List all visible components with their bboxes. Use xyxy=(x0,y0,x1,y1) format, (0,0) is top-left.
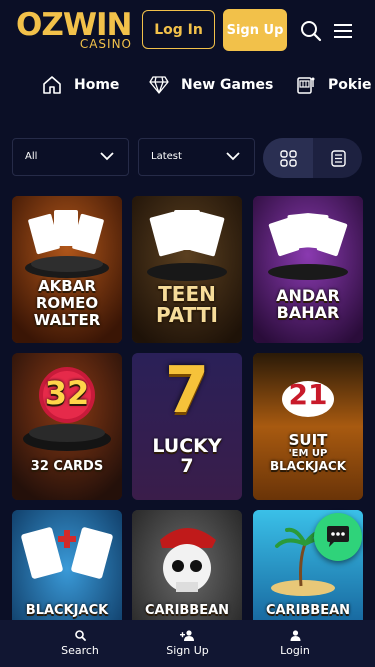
ozwin-logo[interactable]: OZWIN CASINO xyxy=(16,7,134,52)
bottom-tab-label: Login xyxy=(280,644,310,657)
home-icon xyxy=(43,76,61,94)
category-select[interactable]: All xyxy=(12,138,129,176)
game-title-line: LUCKY xyxy=(152,435,222,457)
grid-view-icon xyxy=(279,149,297,167)
nav-item-pokie[interactable]: Pokie xyxy=(296,68,371,102)
game-card-teen-patti[interactable]: TEEN PATTI xyxy=(132,196,242,343)
category-select-value: All xyxy=(25,151,38,162)
game-title-line: CARIBBEAN xyxy=(265,603,351,618)
game-title-line: PATTI xyxy=(156,303,218,327)
game-title-line: BLACKJACK xyxy=(269,459,347,473)
game-title-line: 7 xyxy=(180,455,194,477)
game-title-line: BAHAR xyxy=(276,303,340,322)
nav-item-home[interactable]: Home xyxy=(42,68,119,102)
game-title-line: 'EM UP xyxy=(288,448,328,459)
nav-item-label: Pokie xyxy=(328,77,372,93)
game-title-line: AKBAR xyxy=(38,277,96,295)
game-title-line: BLACKJACK xyxy=(25,603,109,618)
bottom-nav: Search Sign Up Login xyxy=(0,620,375,667)
sort-select-value: Latest xyxy=(151,151,182,162)
sort-select[interactable]: Latest xyxy=(138,138,255,176)
bottom-tab-label: Sign Up xyxy=(166,644,209,657)
category-nav: Home New Games Pokie xyxy=(0,68,375,102)
grid-view-button[interactable] xyxy=(263,138,313,178)
search-icon xyxy=(74,630,86,641)
signup-button[interactable]: Sign Up xyxy=(223,9,287,51)
slot-machine-icon xyxy=(297,77,315,94)
nav-item-new-games[interactable]: New Games xyxy=(149,68,273,102)
game-title-number: 7 xyxy=(164,354,210,428)
hamburger-menu-icon[interactable] xyxy=(334,24,352,38)
top-bar: OZWIN CASINO Log In Sign Up xyxy=(0,0,375,62)
diamond-icon xyxy=(149,76,169,94)
nav-item-label: Home xyxy=(74,77,120,93)
game-title-line: SUIT xyxy=(288,431,328,449)
game-card-akbar-romeo-walter[interactable]: AKBAR ROMEO WALTER xyxy=(12,196,122,343)
bottom-tab-login[interactable]: Login xyxy=(272,620,318,667)
logo-subtitle: CASINO xyxy=(79,37,132,51)
add-user-icon xyxy=(179,630,194,641)
user-icon xyxy=(290,630,300,641)
game-title-line: TEEN xyxy=(158,282,216,306)
nav-item-label: New Games xyxy=(181,77,274,93)
game-card-andar-bahar[interactable]: ANDAR BAHAR xyxy=(253,196,363,343)
game-title-number: 32 xyxy=(44,374,90,412)
game-title-line: ROMEO xyxy=(35,294,99,312)
game-title-line: 32 CARDS xyxy=(30,459,104,474)
filter-bar: All Latest xyxy=(0,138,375,178)
view-toggle xyxy=(263,138,362,178)
game-title-number: 21 xyxy=(288,378,328,411)
chevron-down-icon xyxy=(100,152,114,161)
page: OZWIN CASINO Log In Sign Up Home New Gam… xyxy=(0,0,375,667)
login-button[interactable]: Log In xyxy=(142,10,215,49)
chat-support-icon xyxy=(327,526,349,547)
list-view-button[interactable] xyxy=(313,138,362,178)
chevron-down-icon xyxy=(226,152,240,161)
logo-wordmark: OZWIN xyxy=(16,7,134,43)
game-artwork xyxy=(253,353,363,500)
game-card-lucky-7[interactable]: 7 LUCKY 7 xyxy=(132,353,242,500)
bottom-tab-signup[interactable]: Sign Up xyxy=(160,620,215,667)
list-view-icon xyxy=(330,149,346,167)
game-card-21-suit-em-up-blackjack[interactable]: 21 SUIT 'EM UP BLACKJACK xyxy=(253,353,363,500)
game-title-line: ANDAR xyxy=(276,286,340,305)
game-title-line: WALTER xyxy=(33,311,101,329)
bottom-tab-label: Search xyxy=(61,644,99,657)
game-card-32-cards[interactable]: 32 32 CARDS xyxy=(12,353,122,500)
search-icon[interactable] xyxy=(300,20,322,42)
chat-support-button[interactable] xyxy=(314,513,362,561)
game-title-line: CARIBBEAN xyxy=(144,603,230,618)
logo-text: OZWIN xyxy=(16,7,133,43)
bottom-tab-search[interactable]: Search xyxy=(55,620,105,667)
